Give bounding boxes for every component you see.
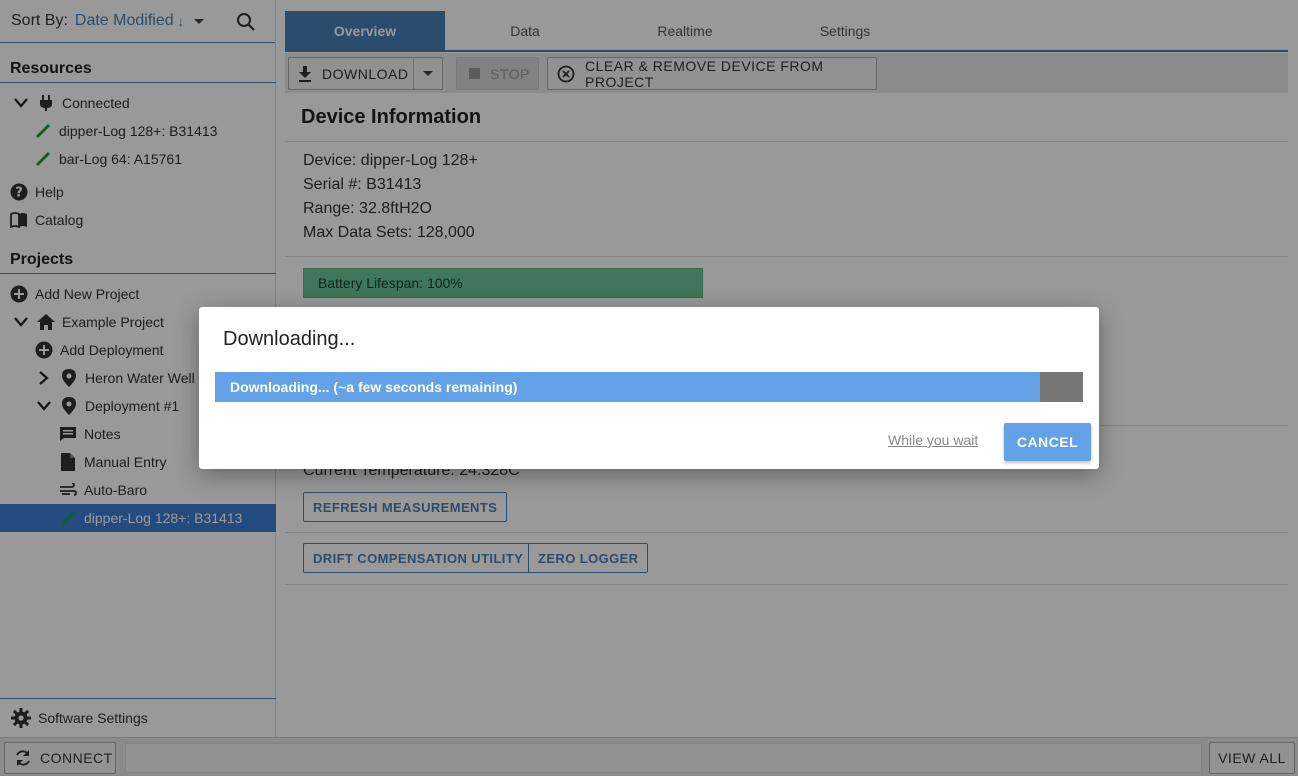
cancel-button[interactable]: CANCEL [1004, 423, 1091, 461]
downloading-dialog: Downloading... Downloading... (~a few se… [199, 307, 1099, 469]
download-progress-bar: Downloading... (~a few seconds remaining… [215, 372, 1083, 402]
download-progress-text: Downloading... (~a few seconds remaining… [230, 379, 518, 395]
while-you-wait-link[interactable]: While you wait [888, 432, 978, 448]
dialog-title: Downloading... [223, 328, 356, 350]
